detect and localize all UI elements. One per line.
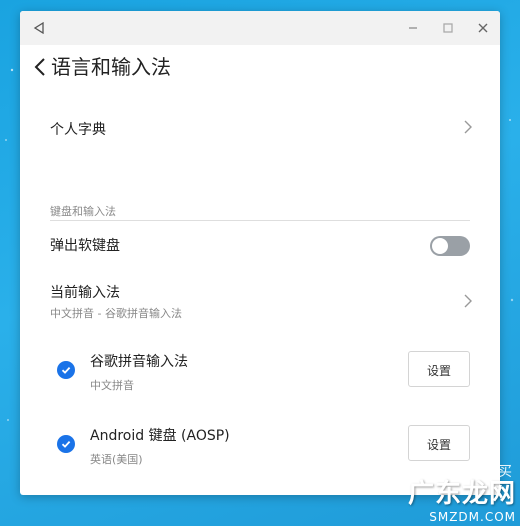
close-icon[interactable] xyxy=(466,11,500,45)
soft-keyboard-label: 弹出软键盘 xyxy=(50,238,120,254)
page-title: 语言和输入法 xyxy=(51,55,171,79)
page-header: 语言和输入法 xyxy=(20,45,500,101)
chevron-right-icon xyxy=(464,120,472,134)
toggle-knob xyxy=(432,238,448,254)
soft-keyboard-toggle[interactable] xyxy=(430,236,470,256)
current-ime-row[interactable]: 当前输入法 中文拼音 - 谷歌拼音输入法 xyxy=(20,273,500,323)
check-circle-icon[interactable] xyxy=(57,435,75,453)
settings-window: 语言和输入法 个人字典 键盘和输入法 弹出软键盘 当前输入法 中文拼音 - 谷歌… xyxy=(20,11,500,495)
maximize-icon[interactable] xyxy=(431,11,465,45)
ime-subtitle: 中文拼音 xyxy=(90,379,134,392)
watermark-side-text: 得买 xyxy=(484,464,512,480)
section-header: 键盘和输入法 xyxy=(50,205,116,218)
chevron-right-icon xyxy=(464,294,472,308)
minimize-icon[interactable] xyxy=(396,11,430,45)
ime-item: 谷歌拼音输入法 中文拼音 设置 xyxy=(20,341,500,397)
check-circle-icon[interactable] xyxy=(57,361,75,379)
current-ime-value: 中文拼音 - 谷歌拼音输入法 xyxy=(50,307,182,320)
personal-dictionary-label: 个人字典 xyxy=(50,122,106,138)
soft-keyboard-row: 弹出软键盘 xyxy=(20,226,500,266)
personal-dictionary-row[interactable]: 个人字典 xyxy=(20,107,500,147)
ime-item: Android 键盘 (AOSP) 英语(美国) 设置 xyxy=(20,415,500,471)
watermark: 得买 广东龙网 SMZDM.COM xyxy=(408,464,516,524)
ime-name: Android 键盘 (AOSP) xyxy=(90,428,230,444)
ime-settings-button[interactable]: 设置 xyxy=(408,351,470,387)
chevron-left-icon[interactable] xyxy=(30,53,50,81)
ime-subtitle: 英语(美国) xyxy=(90,453,143,466)
watermark-url: SMZDM.COM xyxy=(429,510,516,524)
current-ime-label: 当前输入法 xyxy=(50,285,120,301)
window-titlebar xyxy=(20,11,500,45)
ime-name: 谷歌拼音输入法 xyxy=(90,354,188,370)
ime-settings-button[interactable]: 设置 xyxy=(408,425,470,461)
back-triangle-icon[interactable] xyxy=(22,11,56,45)
section-divider xyxy=(50,220,470,221)
